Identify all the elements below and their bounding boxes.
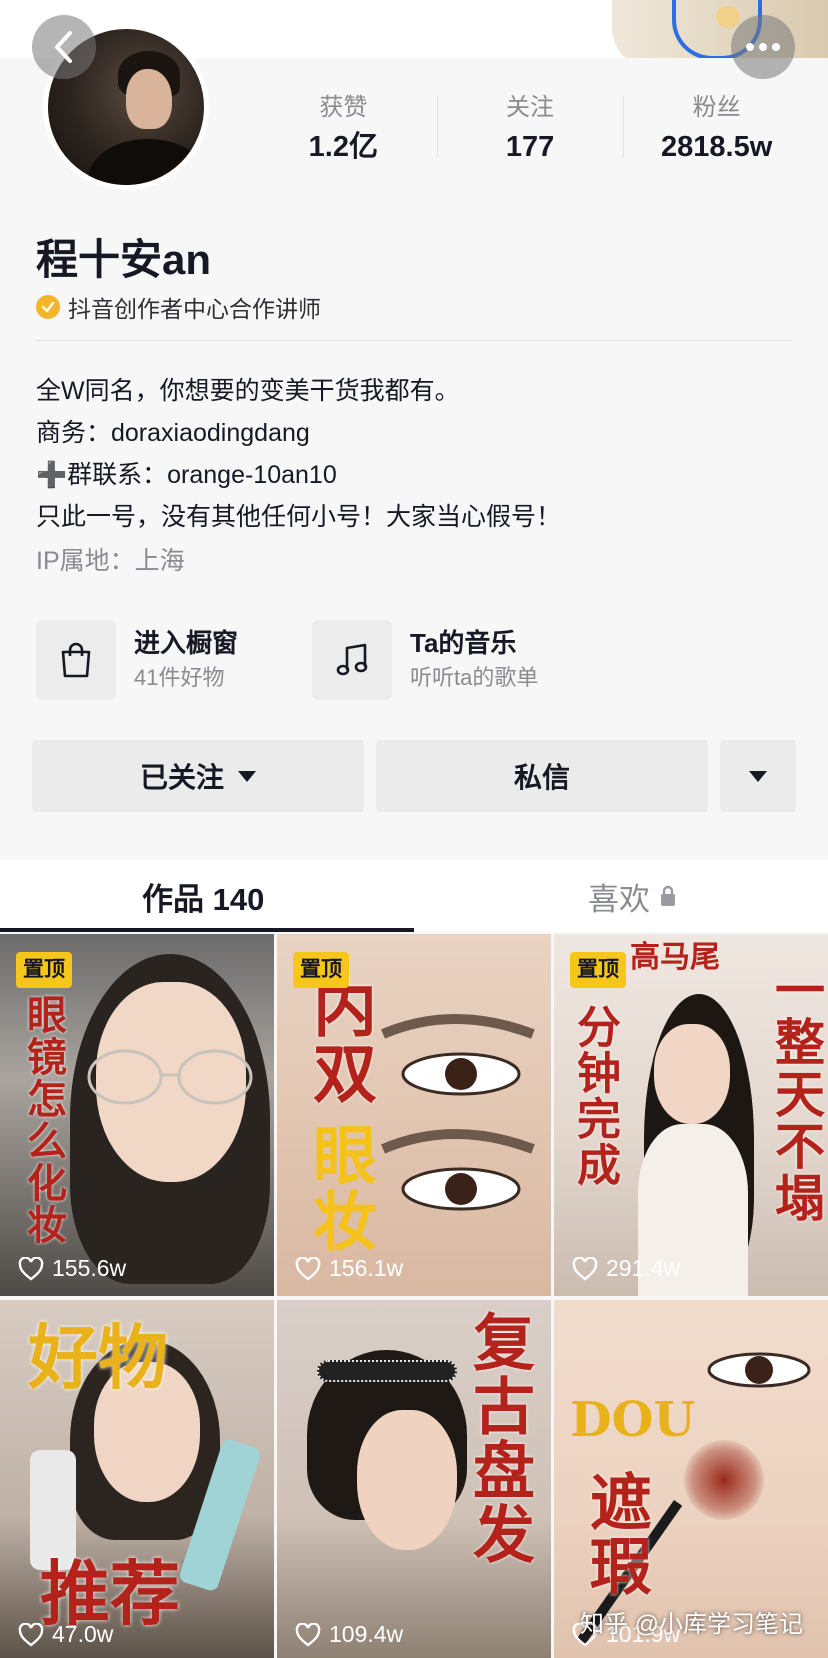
recommend-toggle-button[interactable] [720,740,796,812]
tab-works-label: 作品 140 [142,881,265,917]
video-likes: 47.0w [18,1621,113,1648]
more-options-button[interactable] [731,15,795,79]
music-entry[interactable]: Ta的音乐 听听ta的歌单 [312,620,538,700]
stat-following[interactable]: 关注 177 [436,92,624,172]
video-tile[interactable]: 好物 推荐 47.0w [0,1300,274,1658]
ip-location: IP属地：上海 [36,547,185,575]
music-subtitle: 听听ta的歌单 [410,665,539,690]
heart-icon [295,1256,321,1281]
message-label: 私信 [513,762,570,793]
tab-likes[interactable]: 喜欢 [588,860,676,932]
shop-window-entry[interactable]: 进入橱窗 41件好物 [36,620,238,700]
tab-works[interactable]: 作品 140 [142,860,264,932]
pinned-badge: 置顶 [16,952,72,988]
music-note-icon [312,620,392,700]
video-overlay-text: 复古盘发 [462,1310,535,1566]
video-likes-count: 291.4w [606,1255,681,1281]
video-overlay-right-text: 一整天不塌 [767,964,826,1224]
stat-value: 1.2亿 [308,131,378,163]
video-overlay-text: 眼镜怎么化妆 [20,994,67,1246]
video-likes-count: 109.4w [329,1621,404,1647]
video-likes-count: 47.0w [52,1621,114,1647]
shopping-bag-icon [36,620,116,700]
video-likes-count: 155.6w [52,1255,127,1281]
stats-row: 获赞 1.2亿 关注 177 粉丝 2818.5w [250,92,810,172]
video-tile[interactable]: 复古盘发 109.4w [277,1300,551,1658]
certification-badge: 抖音创作者中心合作讲师 [36,290,321,324]
caret-down-icon [749,770,767,782]
certification-text: 抖音创作者中心合作讲师 [68,296,321,322]
lock-icon [661,885,675,906]
stat-label: 获赞 [319,94,368,121]
stat-value: 2818.5w [661,131,773,163]
divider [36,340,792,341]
following-button[interactable]: 已关注 [32,740,364,812]
video-overlay-top-text: 高马尾 [630,940,720,975]
video-tile[interactable]: 眼镜怎么化妆 置顶 155.6w [0,934,274,1296]
stat-label: 粉丝 [692,94,741,121]
video-likes: 155.6w [18,1255,126,1282]
pinned-badge: 置顶 [570,952,626,988]
video-likes: 291.4w [572,1255,680,1282]
message-button[interactable]: 私信 [376,740,708,812]
heart-icon [18,1622,44,1647]
video-overlay-top-text: 内双 [302,974,377,1106]
pinned-badge: 置顶 [293,952,349,988]
video-overlay-text: 眼妆 [302,1122,377,1254]
chevron-left-icon [55,31,72,63]
stat-value: 177 [505,131,555,163]
bio-line: ➕群联系：orange-10an10 [36,461,337,489]
stat-likes[interactable]: 获赞 1.2亿 [250,92,437,172]
heart-icon [295,1622,321,1647]
watermark: 知乎 @小库学习笔记 [580,1611,804,1638]
following-label: 已关注 [139,762,224,793]
bio-line: 全W同名，你想要的变美干货我都有。 [36,377,460,405]
video-likes: 156.1w [295,1255,403,1282]
tab-active-indicator [0,928,414,932]
bio-line: 只此一号，没有其他任何小号！大家当心假号！ [36,503,562,531]
content-tabs: 作品 140 喜欢 [0,860,828,932]
caret-down-icon [238,770,256,782]
tab-likes-label: 喜欢 [588,881,650,917]
video-likes: 109.4w [295,1621,403,1648]
stat-label: 关注 [506,94,554,121]
stat-followers[interactable]: 粉丝 2818.5w [623,92,810,172]
video-tile[interactable]: 内双 眼妆 置顶 156.1w [277,934,551,1296]
username: 程十安an [36,236,212,283]
video-tile[interactable]: 高马尾 分钟完成 一整天不塌 置顶 291.4w [554,934,828,1296]
shop-window-subtitle: 41件好物 [134,665,225,690]
heart-icon [18,1256,44,1281]
shop-window-title: 进入橱窗 [134,628,239,658]
more-dots-icon [746,43,780,51]
video-overlay-top-text: DOU [570,1392,696,1448]
bio: 全W同名，你想要的变美干货我都有。 商务：doraxiaodingdang ➕群… [36,370,561,582]
bio-line: 商务：doraxiaodingdang [36,419,310,447]
video-likes-count: 156.1w [329,1255,404,1281]
video-overlay-text: 遮瑕 [579,1470,652,1598]
video-overlay-left-text: 分钟完成 [569,1004,620,1188]
back-button[interactable] [32,15,96,79]
verified-check-icon [36,295,60,319]
music-title: Ta的音乐 [410,628,517,658]
video-overlay-top-text: 好物 [28,1316,168,1399]
heart-icon [572,1256,598,1281]
